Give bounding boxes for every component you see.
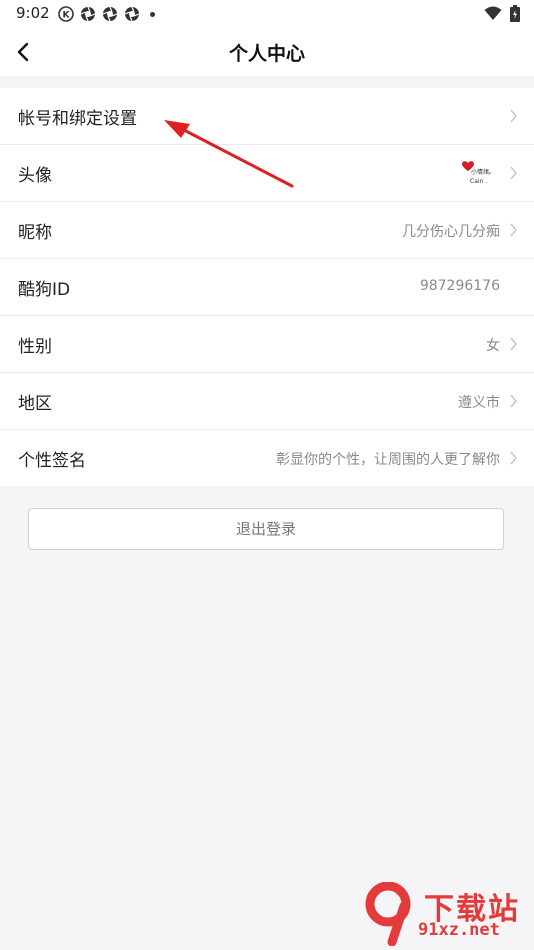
row-avatar[interactable]: 头像 小情绪。 Cain . [0, 145, 534, 202]
chevron-right-icon [510, 394, 517, 408]
svg-text:K: K [63, 11, 71, 21]
row-label: 头像 [18, 166, 52, 186]
watermark-url-text: 91xz.net [418, 920, 500, 940]
row-kugou-id: 酷狗ID 987296176 [0, 259, 534, 316]
avatar-text: Cain . [470, 178, 487, 185]
row-value: 女 [486, 338, 500, 354]
page-title: 个人中心 [228, 43, 305, 65]
chevron-right-icon [510, 166, 517, 180]
row-gender[interactable]: 性别 女 [0, 316, 534, 373]
avatar-text: 小情绪。 [471, 168, 495, 176]
watermark-logo: 下载站 91xz.net [362, 881, 530, 947]
chevron-right-icon [510, 223, 517, 237]
aperture-icon [124, 6, 140, 22]
chevron-right-icon [510, 337, 517, 351]
wifi-icon [484, 6, 502, 20]
dot-icon [150, 11, 155, 17]
row-label: 个性签名 [18, 451, 86, 471]
row-value: 彰显你的个性，让周围的人更了解你 [276, 452, 500, 468]
logout-button[interactable]: 退出登录 [28, 508, 504, 550]
aperture-icon [80, 6, 96, 22]
watermark-9-logo-icon [365, 881, 411, 947]
row-value: 遵义市 [458, 395, 500, 411]
row-label: 昵称 [18, 223, 52, 243]
row-label: 性别 [18, 337, 52, 357]
status-bar: 9:02 K [0, 0, 534, 28]
status-notification-icons: K [58, 6, 155, 22]
row-nickname[interactable]: 昵称 几分伤心几分痴 [0, 202, 534, 259]
row-value: 几分伤心几分痴 [402, 224, 500, 240]
row-label: 地区 [18, 394, 52, 414]
chevron-right-icon [510, 109, 517, 123]
row-signature[interactable]: 个性签名 彰显你的个性，让周围的人更了解你 [0, 430, 534, 486]
nav-bar: 个人中心 [0, 28, 534, 76]
row-account-binding[interactable]: 帐号和绑定设置 [0, 88, 534, 145]
aperture-icon [102, 6, 118, 22]
profile-settings-list: 帐号和绑定设置 头像 小情绪。 Cain . 昵称 几分伤心几分痴 酷狗ID 9… [0, 88, 534, 486]
k-icon: K [58, 6, 74, 22]
status-time: 9:02 [16, 4, 50, 22]
row-value: 987296176 [419, 278, 500, 294]
row-region[interactable]: 地区 遵义市 [0, 373, 534, 430]
chevron-right-icon [510, 451, 517, 465]
avatar[interactable]: 小情绪。 Cain . [458, 159, 500, 187]
battery-icon [510, 5, 520, 22]
row-label: 酷狗ID [18, 280, 71, 300]
status-system-icons [484, 5, 520, 22]
row-label: 帐号和绑定设置 [18, 109, 137, 129]
